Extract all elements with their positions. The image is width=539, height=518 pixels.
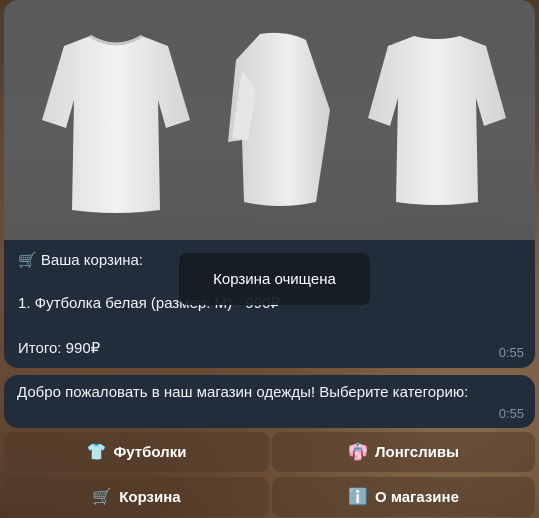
message-time: 0:55	[498, 345, 524, 360]
cart-title-text: Ваша корзина:	[40, 252, 144, 269]
cart-icon: 🛒	[92, 489, 113, 506]
welcome-text: Добро пожаловать в наш магазин одежды! В…	[17, 384, 469, 401]
about-button[interactable]: ℹ️ О магазине	[272, 477, 535, 517]
kimono-icon: 👘	[348, 444, 368, 461]
tshirt-side-image	[228, 32, 330, 206]
tshirts-button-label: Футболки	[113, 443, 187, 461]
about-button-label: О магазине	[374, 488, 459, 506]
longsleeves-button[interactable]: 👘 Лонгсливы	[272, 432, 535, 472]
tshirt-back-image	[368, 36, 506, 205]
cart-button[interactable]: 🛒 Корзина	[4, 477, 269, 517]
product-photo[interactable]	[4, 0, 535, 240]
toast-notification: Корзина очищена	[179, 253, 370, 305]
cart-button-label: Корзина	[119, 488, 181, 506]
cart-total-line: Итого: 990₽	[18, 340, 101, 357]
tshirt-front-image	[42, 34, 190, 213]
message-time: 0:55	[498, 406, 524, 421]
longsleeves-button-label: Лонгсливы	[375, 443, 459, 461]
tshirt-icon: 👕	[86, 444, 107, 461]
toast-text: Корзина очищена	[213, 270, 336, 288]
cart-icon: 🛒	[18, 252, 37, 269]
tshirts-button[interactable]: 👕 Футболки	[4, 432, 269, 472]
welcome-message: Добро пожаловать в наш магазин одежды! В…	[4, 375, 535, 428]
cart-message: 🛒 Ваша корзина: 1. Футболка белая (разме…	[4, 0, 535, 368]
info-icon: ℹ️	[348, 489, 368, 506]
cart-title: 🛒 Ваша корзина:	[18, 251, 143, 271]
